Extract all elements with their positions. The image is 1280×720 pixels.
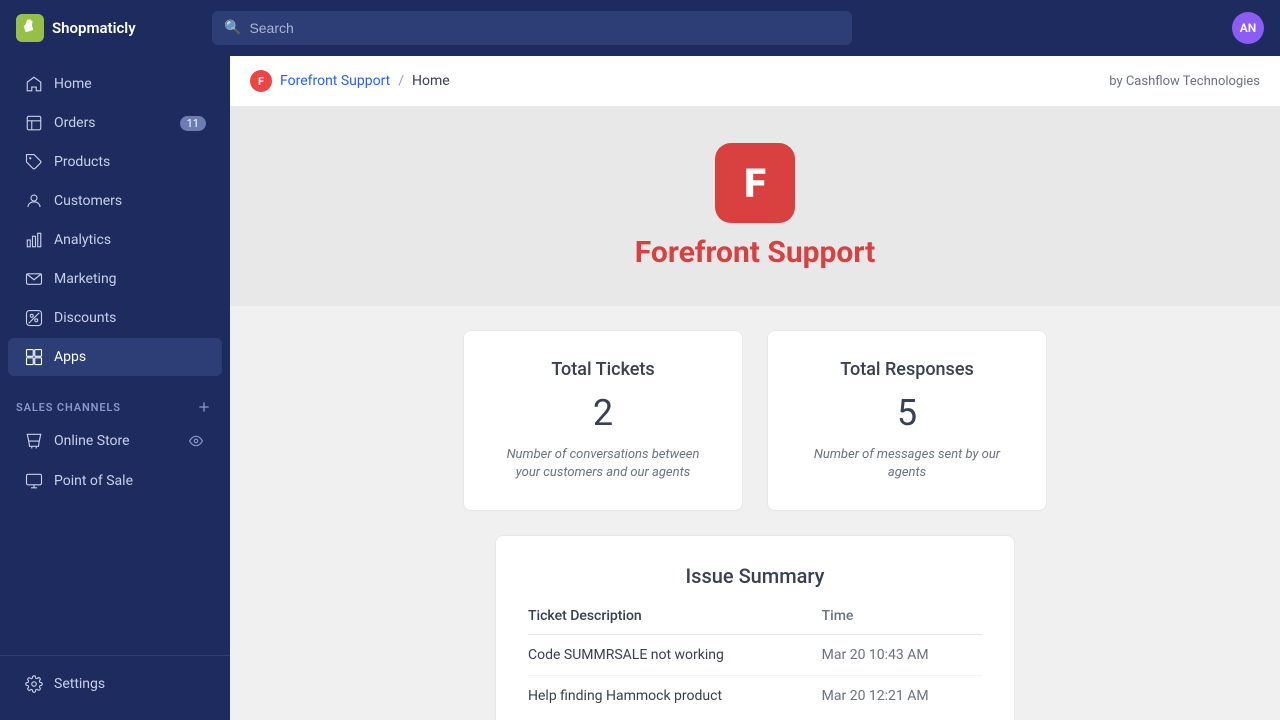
sidebar-item-apps[interactable]: Apps bbox=[8, 338, 222, 376]
ticket-description-col-header: Ticket Description bbox=[528, 608, 822, 635]
stats-row: Total Tickets 2 Number of conversations … bbox=[375, 330, 1135, 511]
app-name: Shopmaticly bbox=[52, 19, 136, 37]
sidebar-item-home[interactable]: Home bbox=[8, 65, 222, 103]
total-tickets-description: Number of conversations between your cus… bbox=[504, 446, 702, 482]
total-responses-number: 5 bbox=[897, 392, 917, 434]
marketing-icon bbox=[24, 269, 44, 289]
total-responses-title: Total Responses bbox=[840, 359, 973, 380]
products-icon bbox=[24, 152, 44, 172]
avatar[interactable]: AN bbox=[1232, 12, 1264, 44]
sidebar-item-analytics[interactable]: Analytics bbox=[8, 221, 222, 259]
logo-area[interactable]: Shopmaticly bbox=[16, 14, 196, 42]
hero-logo-icon: F bbox=[715, 143, 795, 223]
search-input[interactable] bbox=[249, 20, 840, 36]
sidebar-item-customers[interactable]: Customers bbox=[8, 182, 222, 220]
issue-summary-card: Issue Summary Ticket Description Time Co… bbox=[495, 535, 1015, 720]
sidebar: Home Orders 11 Products Customers bbox=[0, 56, 230, 720]
orders-icon bbox=[24, 113, 44, 133]
layout: Home Orders 11 Products Customers bbox=[0, 56, 1280, 720]
online-store-eye-icon[interactable] bbox=[186, 431, 206, 451]
issue-table: Ticket Description Time Code SUMMRSALE n… bbox=[528, 608, 982, 716]
sidebar-item-orders[interactable]: Orders 11 bbox=[8, 104, 222, 142]
total-tickets-title: Total Tickets bbox=[551, 359, 654, 380]
breadcrumb-parent-link[interactable]: Forefront Support bbox=[280, 73, 390, 89]
table-row: Code SUMMRSALE not working Mar 20 10:43 … bbox=[528, 635, 982, 676]
orders-badge: 11 bbox=[180, 116, 206, 131]
sidebar-nav: Home Orders 11 Products Customers bbox=[0, 56, 230, 385]
sidebar-item-marketing[interactable]: Marketing bbox=[8, 260, 222, 298]
by-line: by Cashflow Technologies bbox=[1109, 74, 1260, 89]
home-icon bbox=[24, 74, 44, 94]
sales-channels-section: SALES CHANNELS bbox=[0, 385, 230, 421]
shopify-logo-icon bbox=[16, 14, 44, 42]
ticket-description-cell: Code SUMMRSALE not working bbox=[528, 635, 822, 676]
ticket-time-cell: Mar 20 10:43 AM bbox=[822, 635, 982, 676]
issue-summary-title: Issue Summary bbox=[528, 564, 982, 588]
sidebar-item-settings[interactable]: Settings bbox=[8, 665, 222, 703]
customers-icon bbox=[24, 191, 44, 211]
online-store-icon bbox=[24, 431, 44, 451]
total-tickets-card: Total Tickets 2 Number of conversations … bbox=[463, 330, 743, 511]
topbar: Shopmaticly 🔍 AN bbox=[0, 0, 1280, 56]
topbar-right: AN bbox=[1232, 12, 1264, 44]
hero-title: Forefront Support bbox=[635, 235, 875, 270]
hero-banner: F Forefront Support bbox=[230, 107, 1280, 306]
time-col-header: Time bbox=[822, 608, 982, 635]
point-of-sale-icon bbox=[24, 471, 44, 491]
sidebar-item-discounts[interactable]: Discounts bbox=[8, 299, 222, 337]
discounts-icon bbox=[24, 308, 44, 328]
content-area: Total Tickets 2 Number of conversations … bbox=[230, 306, 1280, 720]
settings-icon bbox=[24, 674, 44, 694]
total-tickets-number: 2 bbox=[593, 392, 613, 434]
sidebar-item-point-of-sale[interactable]: Point of Sale bbox=[8, 462, 222, 500]
apps-icon bbox=[24, 347, 44, 367]
breadcrumb: F Forefront Support / Home bbox=[250, 70, 450, 92]
sidebar-item-products[interactable]: Products bbox=[8, 143, 222, 181]
table-row: Help finding Hammock product Mar 20 12:2… bbox=[528, 676, 982, 717]
sidebar-item-online-store[interactable]: Online Store bbox=[8, 422, 222, 460]
search-icon: 🔍 bbox=[224, 20, 241, 36]
forefront-support-icon: F bbox=[250, 70, 272, 92]
ticket-description-cell: Help finding Hammock product bbox=[528, 676, 822, 717]
add-sales-channel-button[interactable] bbox=[194, 397, 214, 417]
breadcrumb-bar: F Forefront Support / Home by Cashflow T… bbox=[230, 56, 1280, 107]
main-content: F Forefront Support / Home by Cashflow T… bbox=[230, 56, 1280, 720]
total-responses-card: Total Responses 5 Number of messages sen… bbox=[767, 330, 1047, 511]
breadcrumb-current: Home bbox=[412, 73, 450, 89]
analytics-icon bbox=[24, 230, 44, 250]
ticket-time-cell: Mar 20 12:21 AM bbox=[822, 676, 982, 717]
breadcrumb-separator: / bbox=[398, 73, 404, 89]
sidebar-bottom: Settings bbox=[0, 655, 230, 704]
search-bar[interactable]: 🔍 bbox=[212, 11, 852, 45]
total-responses-description: Number of messages sent by our agents bbox=[808, 446, 1006, 482]
